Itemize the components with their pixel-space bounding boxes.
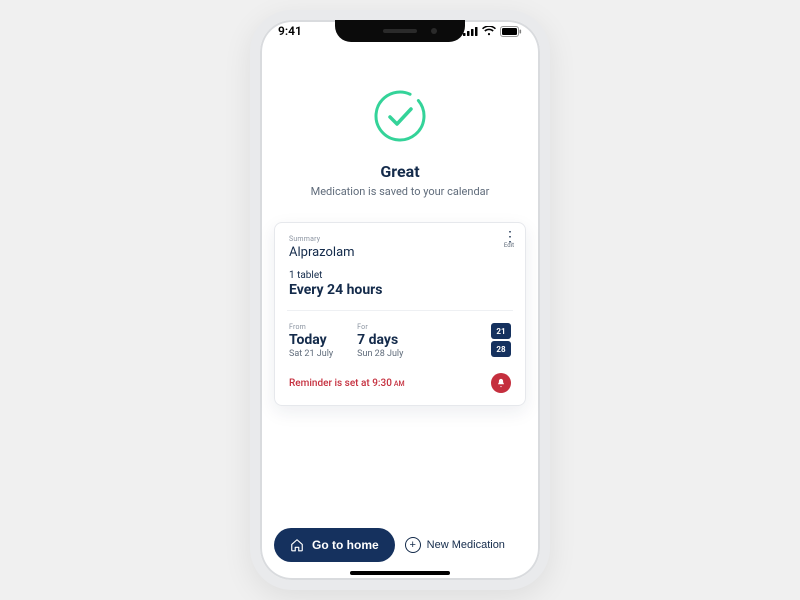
status-time: 9:41 (278, 24, 302, 38)
medication-summary-card: ⋮ Edit Summary Alprazolam 1 tablet Every… (274, 222, 526, 406)
reminder-time: 9:30 (372, 378, 392, 389)
screen: Great Medication is saved to your calend… (260, 20, 540, 580)
reminder-bell-icon[interactable] (491, 373, 511, 393)
go-to-home-label: Go to home (312, 538, 379, 552)
from-main: Today (289, 332, 333, 348)
reminder-row: Reminder is set at 9:30AM (289, 373, 511, 393)
dose-text: 1 tablet (289, 270, 511, 281)
success-check-icon (372, 88, 428, 144)
from-sub: Sat 21 July (289, 349, 333, 359)
cal-start-chip: 21 (491, 323, 511, 339)
home-icon (290, 538, 304, 552)
reminder-text: Reminder is set at 9:30AM (289, 378, 405, 389)
edit-label: Edit (503, 242, 515, 249)
more-icon: ⋮ (503, 233, 515, 241)
from-label: From (289, 323, 333, 331)
for-sub: Sun 28 July (357, 349, 403, 359)
hero-subtitle: Medication is saved to your calendar (280, 185, 520, 198)
from-column: From Today Sat 21 July (289, 323, 333, 359)
for-column: For 7 days Sun 28 July (357, 323, 403, 359)
status-icons (463, 26, 522, 37)
medication-name: Alprazolam (289, 245, 511, 260)
confirmation-hero: Great Medication is saved to your calend… (260, 54, 540, 222)
summary-label: Summary (289, 235, 511, 243)
go-to-home-button[interactable]: Go to home (274, 528, 395, 562)
phone-frame: 9:41 Great Medication is saved to your c… (250, 10, 550, 590)
hero-title: Great (280, 162, 520, 181)
new-medication-label: New Medication (427, 539, 505, 551)
for-main: 7 days (357, 332, 403, 348)
cellular-icon (463, 26, 478, 36)
cal-end-chip: 28 (491, 341, 511, 357)
plus-icon: + (405, 537, 421, 553)
battery-icon (500, 26, 522, 37)
wifi-icon (482, 26, 496, 36)
notch (335, 20, 465, 42)
reminder-prefix: Reminder is set at (289, 378, 372, 389)
for-label: For (357, 323, 403, 331)
home-indicator[interactable] (350, 571, 450, 575)
card-menu-button[interactable]: ⋮ Edit (503, 233, 515, 249)
reminder-ampm: AM (394, 380, 405, 388)
new-medication-button[interactable]: + New Medication (405, 537, 505, 553)
bell-icon (496, 378, 506, 388)
calendar-chips: 21 28 (491, 323, 511, 357)
divider (287, 310, 513, 311)
frequency-text: Every 24 hours (289, 282, 511, 298)
